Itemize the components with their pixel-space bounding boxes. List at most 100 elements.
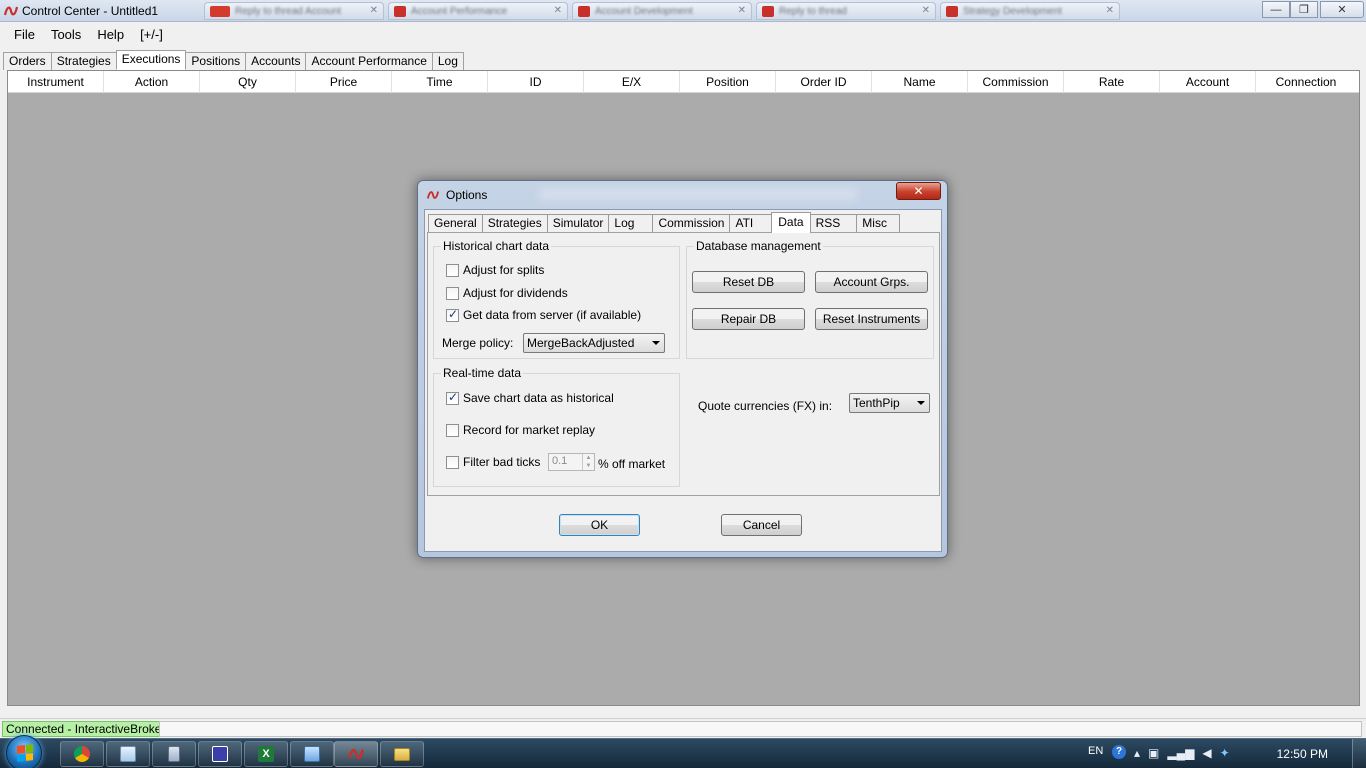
tab-misc[interactable]: Misc: [856, 214, 900, 232]
taskbar-excel[interactable]: X: [244, 741, 288, 767]
title-bar: Control Center - Untitled1 Reply to thre…: [0, 0, 1366, 22]
tab-strategies[interactable]: Strategies: [50, 52, 117, 70]
network-icon[interactable]: ▂▄▆: [1167, 746, 1194, 760]
tab-log[interactable]: Log: [431, 52, 464, 70]
clock[interactable]: 12:50 PM: [1277, 747, 1328, 761]
filter-bad-ticks-checkbox[interactable]: [446, 455, 459, 469]
spin-down-icon[interactable]: ▼: [583, 462, 594, 470]
save-chart-data-checkbox[interactable]: [446, 390, 459, 405]
tab-orders[interactable]: Orders: [3, 52, 52, 70]
quote-currencies-select[interactable]: TenthPip: [849, 393, 930, 413]
taskbar-chrome[interactable]: [60, 741, 104, 767]
help-icon[interactable]: ?: [1112, 745, 1126, 759]
column-header-position[interactable]: Position: [680, 71, 776, 93]
filter-percent-stepper[interactable]: 0.1 ▲ ▼: [548, 453, 595, 471]
minimize-button[interactable]: —: [1262, 1, 1290, 18]
main-tab-strip: Orders Strategies Executions Positions A…: [3, 50, 464, 70]
column-header-id[interactable]: ID: [488, 71, 584, 93]
taskbar-explorer[interactable]: [290, 741, 334, 767]
column-header-rate[interactable]: Rate: [1064, 71, 1160, 93]
column-header-name[interactable]: Name: [872, 71, 968, 93]
filter-bad-ticks-row[interactable]: Filter bad ticks: [446, 455, 540, 469]
column-header-instrument[interactable]: Instrument: [8, 71, 104, 93]
tray-chevron-icon[interactable]: ▴: [1134, 746, 1140, 760]
dropbox-icon[interactable]: ✦: [1220, 746, 1230, 760]
taskbar-ninjatrader[interactable]: [334, 741, 378, 767]
tab-accounts[interactable]: Accounts: [245, 52, 307, 70]
merge-policy-select[interactable]: MergeBackAdjusted: [523, 333, 665, 353]
dialog-close-button[interactable]: ✕: [896, 182, 941, 200]
tab-data[interactable]: Data: [771, 212, 811, 233]
tab-log[interactable]: Log: [608, 214, 654, 232]
tab-rss[interactable]: RSS: [809, 214, 858, 232]
show-desktop-button[interactable]: [1352, 739, 1366, 768]
tab-account-performance[interactable]: Account Performance: [305, 52, 433, 70]
window-title: Control Center - Untitled1: [22, 4, 159, 18]
ok-button[interactable]: OK: [559, 514, 640, 536]
column-header-time[interactable]: Time: [392, 71, 488, 93]
adjust-dividends-checkbox[interactable]: [446, 286, 459, 300]
reset-instruments-button[interactable]: Reset Instruments: [815, 308, 928, 330]
tab-ati[interactable]: ATI: [729, 214, 773, 232]
database-management-group: Database management Reset DB Account Grp…: [686, 239, 934, 359]
options-tab-strip: General Strategies Simulator Log Commiss…: [428, 212, 900, 233]
menu-help[interactable]: Help: [89, 27, 132, 42]
spin-up-icon[interactable]: ▲: [583, 454, 594, 462]
account-groups-button[interactable]: Account Grps.: [815, 271, 928, 293]
browser-tab[interactable]: Strategy Development ✕: [940, 2, 1120, 20]
tab-general[interactable]: General: [428, 214, 483, 232]
tab-executions[interactable]: Executions: [115, 50, 187, 70]
column-header-qty[interactable]: Qty: [200, 71, 296, 93]
get-data-from-server-checkbox[interactable]: [446, 307, 459, 322]
browser-tab[interactable]: Account Performance ✕: [388, 2, 568, 20]
volume-icon[interactable]: ◀: [1202, 746, 1211, 760]
adjust-splits-checkbox[interactable]: [446, 263, 459, 277]
maximize-button[interactable]: ❐: [1290, 1, 1318, 18]
adjust-splits-row[interactable]: Adjust for splits: [446, 263, 544, 277]
column-header-connection[interactable]: Connection: [1256, 71, 1356, 93]
taskbar-folder[interactable]: [380, 741, 424, 767]
close-icon[interactable]: ✕: [554, 5, 562, 16]
excel-icon: X: [258, 746, 274, 762]
cancel-button[interactable]: Cancel: [721, 514, 802, 536]
record-market-replay-checkbox[interactable]: [446, 423, 459, 437]
column-header-ex[interactable]: E/X: [584, 71, 680, 93]
browser-tab[interactable]: Reply to thread Account ✕: [204, 2, 384, 20]
tab-simulator[interactable]: Simulator: [546, 214, 610, 232]
taskbar: X EN ? ▴ ▣ ▂▄▆ ◀ ✦ 12:50 PM: [0, 735, 1366, 768]
tab-strategies[interactable]: Strategies: [481, 214, 548, 232]
language-indicator[interactable]: EN: [1088, 745, 1103, 757]
tab-commission[interactable]: Commission: [652, 214, 731, 232]
start-button[interactable]: [6, 735, 42, 768]
menu-tools[interactable]: Tools: [43, 27, 89, 42]
dialog-client: General Strategies Simulator Log Commiss…: [424, 209, 942, 552]
column-header-action[interactable]: Action: [104, 71, 200, 93]
chevron-down-icon: [917, 401, 925, 405]
close-icon[interactable]: ✕: [738, 5, 746, 16]
column-header-order-id[interactable]: Order ID: [776, 71, 872, 93]
column-header-commission[interactable]: Commission: [968, 71, 1064, 93]
column-header-account[interactable]: Account: [1160, 71, 1256, 93]
taskbar-calculator[interactable]: [152, 741, 196, 767]
browser-tab[interactable]: Account Development ✕: [572, 2, 752, 20]
taskbar-notepad[interactable]: [106, 741, 150, 767]
tray-device-icon[interactable]: ▣: [1148, 746, 1159, 760]
page-icon: [210, 6, 230, 17]
browser-tab[interactable]: Reply to thread ✕: [756, 2, 936, 20]
close-icon[interactable]: ✕: [370, 5, 378, 16]
close-icon[interactable]: ✕: [922, 5, 930, 16]
get-data-from-server-row[interactable]: Get data from server (if available): [446, 307, 641, 322]
column-header-price[interactable]: Price: [296, 71, 392, 93]
group-title: Database management: [694, 239, 823, 253]
tab-positions[interactable]: Positions: [185, 52, 247, 70]
menu-toggle[interactable]: [+/-]: [132, 27, 171, 42]
close-window-button[interactable]: ✕: [1320, 1, 1364, 18]
repair-db-button[interactable]: Repair DB: [692, 308, 805, 330]
taskbar-app[interactable]: [198, 741, 242, 767]
menu-file[interactable]: File: [6, 27, 43, 42]
save-chart-data-row[interactable]: Save chart data as historical: [446, 390, 614, 405]
close-icon[interactable]: ✕: [1106, 5, 1114, 16]
record-market-replay-row[interactable]: Record for market replay: [446, 423, 595, 437]
adjust-dividends-row[interactable]: Adjust for dividends: [446, 286, 568, 300]
reset-db-button[interactable]: Reset DB: [692, 271, 805, 293]
